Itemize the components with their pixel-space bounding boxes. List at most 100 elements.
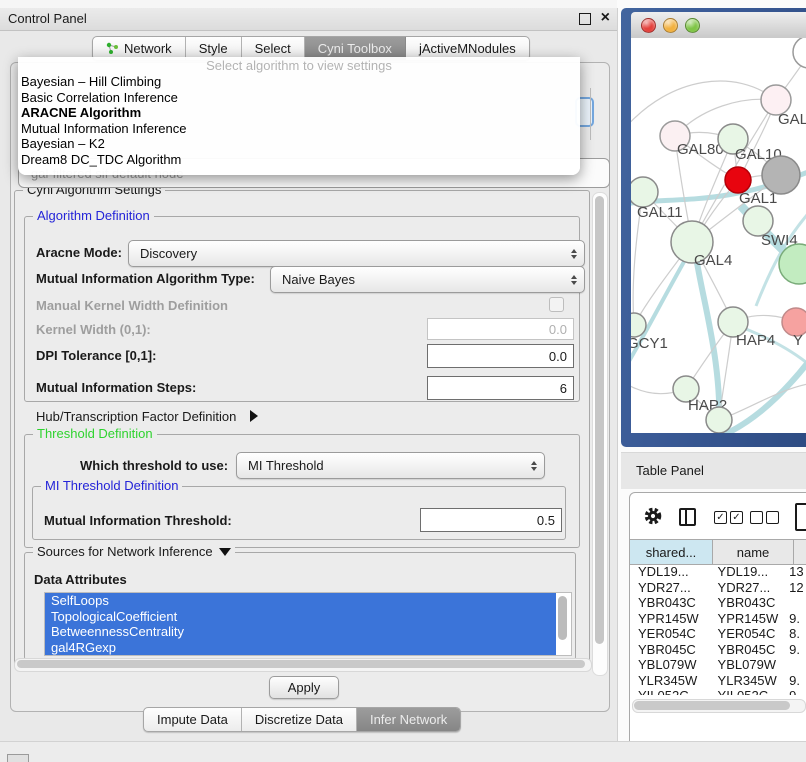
tab-discretize-data[interactable]: Discretize Data <box>242 708 357 731</box>
table-cell: YER054C <box>630 626 712 642</box>
algorithm-option[interactable]: Bayesian – K2 <box>18 136 580 152</box>
network-node[interactable] <box>793 38 806 68</box>
algorithm-dropdown-placeholder: Select algorithm to view settings <box>18 57 580 74</box>
node-label: GAL80 <box>677 141 724 158</box>
mi-steps-field[interactable]: 6 <box>427 376 574 400</box>
deselect-checkboxes-icon[interactable] <box>750 511 779 524</box>
attribute-item[interactable]: gal4RGexp <box>45 640 556 656</box>
algorithm-definition-legend: Algorithm Definition <box>33 208 154 223</box>
algorithm-option[interactable]: Mutual Information Inference <box>18 121 580 137</box>
dpi-tolerance-value: 0.0 <box>549 349 567 364</box>
table-row[interactable]: YDL19...YDL19...13 <box>630 564 806 580</box>
data-attributes-list[interactable]: SelfLoopsTopologicalCoefficientBetweenne… <box>44 592 572 656</box>
float-panel-icon[interactable] <box>579 13 591 25</box>
minimized-panel-icon[interactable] <box>7 754 29 762</box>
table-panel-header: Table Panel <box>621 452 806 489</box>
data-attributes-label: Data Attributes <box>34 572 127 587</box>
close-button[interactable] <box>641 18 656 33</box>
split-columns-icon[interactable] <box>679 508 696 526</box>
attribute-item[interactable]: BetweennessCentrality <box>45 624 556 640</box>
control-panel-window: Control Panel × NetworkStyleSelectCyni T… <box>0 8 618 742</box>
cyni-toolbox-tabbar: Impute Data Discretize Data Infer Network <box>143 707 461 732</box>
algorithm-dropdown-popup: Select algorithm to view settings Bayesi… <box>18 57 580 175</box>
algorithm-option[interactable]: Basic Correlation Inference <box>18 90 580 106</box>
table-row[interactable]: YER054CYER054C8. <box>630 626 806 642</box>
table-column-headers: shared... name <box>630 539 806 565</box>
close-panel-icon[interactable]: × <box>601 9 610 27</box>
node-label: GAL11 <box>637 204 683 221</box>
which-threshold-value: MI Threshold <box>248 458 324 473</box>
network-node[interactable] <box>706 407 732 433</box>
table-row[interactable]: YBR043CYBR043C <box>630 595 806 611</box>
threshold-definition-legend: Threshold Definition <box>33 426 157 441</box>
select-checkboxes-icon[interactable]: ✓✓ <box>714 511 743 524</box>
table-panel: ✓✓ shared... name YDL19...YDL19...13YDR2… <box>629 492 806 746</box>
table-row[interactable]: YBL079WYBL079W <box>630 657 806 673</box>
algorithm-option[interactable]: ARACNE Algorithm <box>18 105 580 121</box>
algorithm-option[interactable]: Bayesian – Hill Climbing <box>18 74 580 90</box>
table-body[interactable]: YDL19...YDL19...13YDR27...YDR27...12YBR0… <box>630 564 806 695</box>
tab-label: Discretize Data <box>255 712 343 727</box>
attribute-item[interactable]: TopologicalCoefficient <box>45 609 556 625</box>
which-threshold-combo[interactable]: MI Threshold <box>236 452 545 479</box>
sources-legend[interactable]: Sources for Network Inference <box>33 544 235 559</box>
table-row[interactable]: YDR27...YDR27...12 <box>630 580 806 596</box>
network-node-gal11[interactable] <box>631 177 658 207</box>
table-cell: YLR345W <box>712 673 787 689</box>
table-cell: YLR345W <box>630 673 712 689</box>
zoom-button[interactable] <box>685 18 700 33</box>
sources-legend-text: Sources for Network Inference <box>37 544 213 559</box>
column-header-name[interactable]: name <box>713 540 794 564</box>
settings-hscrollbar-thumb[interactable] <box>17 660 585 668</box>
algorithm-option[interactable]: Dream8 DC_TDC Algorithm <box>18 152 580 168</box>
tab-infer-network[interactable]: Infer Network <box>357 708 460 731</box>
node-label: HAP4 <box>736 332 775 349</box>
table-cell: YBR045C <box>630 642 712 658</box>
collapse-arrow-icon[interactable] <box>219 548 231 556</box>
column-header-partial[interactable] <box>794 540 806 564</box>
minimize-button[interactable] <box>663 18 678 33</box>
mi-threshold-legend: MI Threshold Definition <box>41 478 182 493</box>
mi-type-value: Naive Bayes <box>282 272 355 287</box>
attributes-scrollbar-thumb[interactable] <box>558 596 567 640</box>
tab-impute-data[interactable]: Impute Data <box>144 708 242 731</box>
attribute-item[interactable]: SelfLoops <box>45 593 556 609</box>
control-panel-titlebar[interactable]: Control Panel × <box>0 8 617 31</box>
table-row[interactable]: YPR145WYPR145W9. <box>630 611 806 627</box>
node-label: GAL1 <box>739 190 777 207</box>
table-cell: YER054C <box>712 626 787 642</box>
table-hscrollbar-thumb[interactable] <box>634 701 790 710</box>
table-row[interactable]: YLR345WYLR345W9. <box>630 673 806 689</box>
column-header-shared-name[interactable]: shared... <box>630 540 713 564</box>
algorithm-dropdown-items: Bayesian – Hill ClimbingBasic Correlatio… <box>18 74 580 167</box>
network-canvas[interactable]: GALGAL80GAL10GAL1GAL11SWI4GAL4GCY1HAP4YH… <box>631 38 806 433</box>
table-cell: YBR043C <box>712 595 787 611</box>
tab-label: jActiveMNodules <box>419 41 516 56</box>
manual-kernel-checkbox[interactable] <box>549 297 564 312</box>
hub-section-text: Hub/Transcription Factor Definition <box>36 409 236 424</box>
table-cell: 9. <box>786 642 806 658</box>
aracne-mode-combo[interactable]: Discovery <box>128 240 585 267</box>
table-cell: 8. <box>786 626 806 642</box>
apply-button[interactable]: Apply <box>269 676 339 699</box>
manual-kernel-label: Manual Kernel Width Definition <box>36 298 228 313</box>
mi-type-combo[interactable]: Naive Bayes <box>270 266 585 293</box>
network-window-titlebar[interactable] <box>631 12 806 39</box>
settings-vscrollbar-thumb[interactable] <box>595 196 604 644</box>
table-row[interactable]: YIL052CYIL052C9 <box>630 688 806 695</box>
mi-steps-label: Mutual Information Steps: <box>36 380 196 395</box>
table-row[interactable]: YBR045CYBR045C9. <box>630 642 806 658</box>
dpi-tolerance-field[interactable]: 0.0 <box>427 344 574 368</box>
expand-arrow-icon[interactable] <box>250 410 258 422</box>
tab-label: Cyni Toolbox <box>318 41 392 56</box>
table-cell: 9. <box>786 611 806 627</box>
hub-section-label[interactable]: Hub/Transcription Factor Definition <box>36 409 258 424</box>
mi-threshold-field[interactable]: 0.5 <box>420 508 562 532</box>
tab-label: Infer Network <box>370 712 447 727</box>
network-node[interactable] <box>762 156 800 194</box>
settings-gear-icon[interactable] <box>643 506 663 526</box>
table-cell: YBR045C <box>712 642 787 658</box>
export-table-icon[interactable] <box>795 503 806 531</box>
mi-steps-value: 6 <box>560 381 567 396</box>
table-cell: YDL19... <box>712 564 787 580</box>
